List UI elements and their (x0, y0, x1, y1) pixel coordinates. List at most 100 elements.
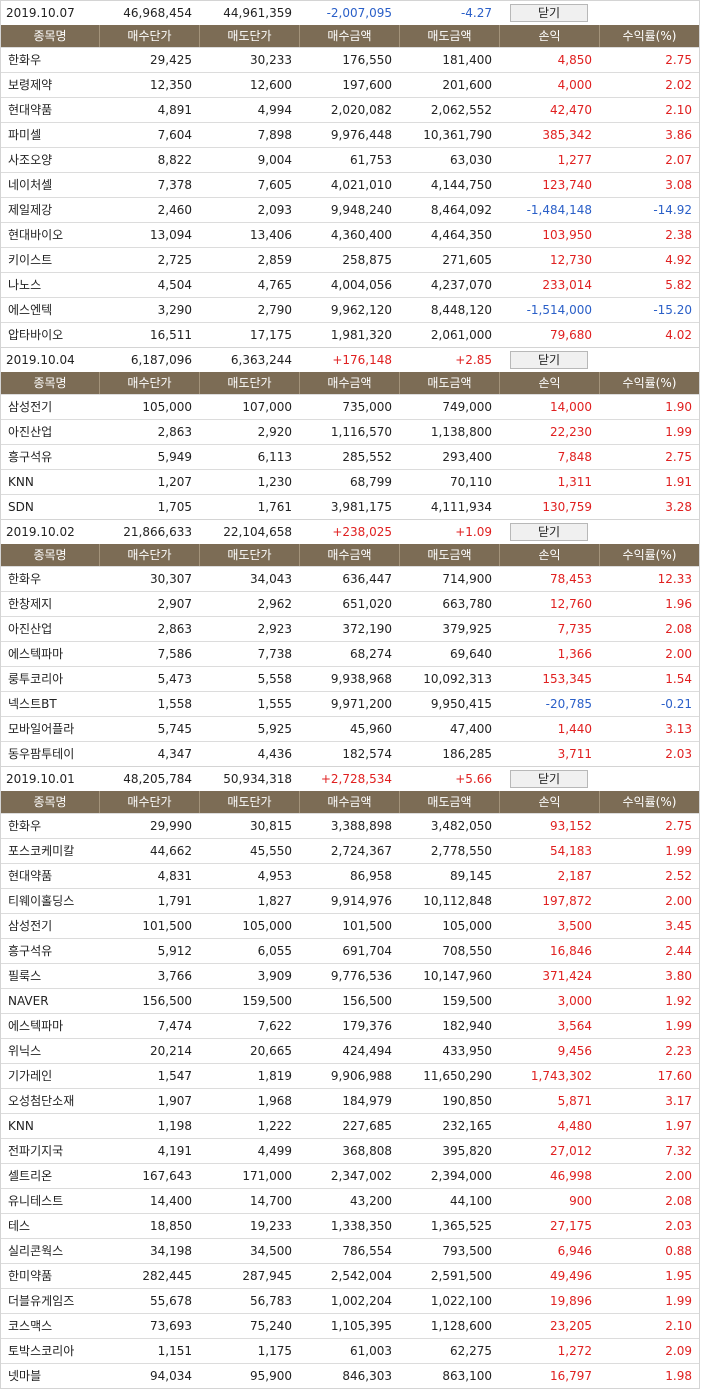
buy-price: 282,445 (142, 1269, 192, 1283)
trade-history-table: 2019.10.07 46,968,454 44,961,359 -2,007,095… (0, 0, 700, 1389)
table-row: 동우팜투테이 4,347 4,436 182,574 186,285 3,711 2.03 (1, 741, 699, 766)
profit: 3,500 (557, 919, 592, 933)
return-rate: 1.91 (665, 475, 692, 489)
sell-price: 34,500 (250, 1244, 292, 1258)
buy-price: 73,693 (150, 1319, 192, 1333)
stock-name: 한창제지 (8, 597, 53, 611)
return-rate: 7.32 (665, 1144, 692, 1158)
sell-amount: 395,820 (442, 1144, 492, 1158)
buy-amount: 184,979 (342, 1094, 392, 1108)
sell-amount: 4,144,750 (430, 178, 492, 192)
sell-price: 287,945 (242, 1269, 292, 1283)
sell-price: 30,815 (250, 819, 292, 833)
buy-price: 5,912 (157, 944, 192, 958)
profit: 3,000 (557, 994, 592, 1008)
buy-price: 8,822 (157, 153, 192, 167)
sell-price: 4,499 (257, 1144, 292, 1158)
return-rate: 5.82 (665, 278, 692, 292)
buy-price: 156,500 (142, 994, 192, 1008)
buy-price: 2,725 (157, 253, 192, 267)
return-rate: -14.92 (653, 203, 692, 217)
table-row: KNN 1,198 1,222 227,685 232,165 4,480 1.97 (1, 1113, 699, 1138)
table-row: 더블유게임즈 55,678 56,783 1,002,204 1,022,100 19,8… (1, 1288, 699, 1313)
return-rate: 3.28 (665, 500, 692, 514)
return-rate: 2.02 (665, 78, 692, 92)
sell-price: 107,000 (242, 400, 292, 414)
sell-price: 6,113 (257, 450, 292, 464)
buy-price: 4,831 (157, 869, 192, 883)
profit: 371,424 (542, 969, 592, 983)
close-button[interactable]: 닫기 (510, 523, 588, 541)
sell-price: 9,004 (257, 153, 292, 167)
summary-buy-total: 21,866,633 (123, 525, 192, 539)
stock-name: 더블유게임즈 (8, 1294, 75, 1308)
summary-buy-total: 6,187,096 (130, 353, 192, 367)
table-row: 에스엔텍 3,290 2,790 9,962,120 8,448,120 -1,514,0… (1, 297, 699, 322)
sell-amount: 190,850 (442, 1094, 492, 1108)
sell-price: 7,622 (257, 1019, 292, 1033)
sell-price: 19,233 (250, 1219, 292, 1233)
profit: 79,680 (550, 328, 592, 342)
stock-name: 위닉스 (8, 1044, 42, 1058)
return-rate: 2.38 (665, 228, 692, 242)
table-row: 티웨이홀딩스 1,791 1,827 9,914,976 10,112,848 197,8… (1, 888, 699, 913)
sell-amount: 89,145 (450, 869, 492, 883)
buy-amount: 197,600 (342, 78, 392, 92)
header-return: 수익률(%) (599, 372, 699, 394)
buy-amount: 9,971,200 (330, 697, 392, 711)
sell-amount: 1,128,600 (430, 1319, 492, 1333)
profit: 153,345 (542, 672, 592, 686)
buy-price: 14,400 (150, 1194, 192, 1208)
sell-price: 1,555 (257, 697, 292, 711)
header-sell-amount: 매도금액 (399, 25, 499, 47)
stock-name: 네이처셀 (8, 178, 53, 192)
table-row: KNN 1,207 1,230 68,799 70,110 1,311 1.91 (1, 469, 699, 494)
sell-amount: 2,591,500 (430, 1269, 492, 1283)
profit: 1,311 (557, 475, 592, 489)
buy-amount: 86,958 (350, 869, 392, 883)
table-row: 현대약품 4,831 4,953 86,958 89,145 2,187 2.52 (1, 863, 699, 888)
summary-buy-total: 48,205,784 (123, 772, 192, 786)
stock-name: 한화우 (8, 572, 42, 586)
table-row: 한화우 30,307 34,043 636,447 714,900 78,453 12.33 (1, 566, 699, 591)
close-button[interactable]: 닫기 (510, 351, 588, 369)
summary-sell-total: 44,961,359 (223, 6, 292, 20)
table-row: 현대약품 4,891 4,994 2,020,082 2,062,552 42,470 2.… (1, 97, 699, 122)
sell-price: 14,700 (250, 1194, 292, 1208)
summary-profit: +2,728,534 (320, 772, 392, 786)
profit: 7,848 (557, 450, 592, 464)
table-row: 테스 18,850 19,233 1,338,350 1,365,525 27,175 2.… (1, 1213, 699, 1238)
buy-price: 7,604 (157, 128, 192, 142)
close-button[interactable]: 닫기 (510, 4, 588, 22)
sell-amount: 8,464,092 (430, 203, 492, 217)
buy-price: 1,705 (157, 500, 192, 514)
return-rate: 3.08 (665, 178, 692, 192)
table-row: 아진산업 2,863 2,923 372,190 379,925 7,735 2.08 (1, 616, 699, 641)
buy-amount: 61,753 (350, 153, 392, 167)
close-button[interactable]: 닫기 (510, 770, 588, 788)
summary-date: 2019.10.01 (6, 772, 75, 786)
table-row: 에스텍파마 7,586 7,738 68,274 69,640 1,366 2.00 (1, 641, 699, 666)
profit: 233,014 (542, 278, 592, 292)
return-rate: 2.44 (665, 944, 692, 958)
buy-amount: 227,685 (342, 1119, 392, 1133)
buy-price: 2,863 (157, 425, 192, 439)
table-row: 삼성전기 105,000 107,000 735,000 749,000 14,000 1.… (1, 394, 699, 419)
return-rate: 17.60 (657, 1069, 692, 1083)
header-sell-amount: 매도금액 (399, 791, 499, 813)
return-rate: 1.90 (665, 400, 692, 414)
sell-price: 7,738 (257, 647, 292, 661)
buy-price: 2,460 (157, 203, 192, 217)
summary-date: 2019.10.04 (6, 353, 75, 367)
buy-price: 20,214 (150, 1044, 192, 1058)
buy-amount: 636,447 (342, 572, 392, 586)
table-row: 유니테스트 14,400 14,700 43,200 44,100 900 2.08 (1, 1188, 699, 1213)
sell-amount: 62,275 (450, 1344, 492, 1358)
buy-amount: 9,948,240 (330, 203, 392, 217)
profit: 54,183 (550, 844, 592, 858)
profit: 9,456 (557, 1044, 592, 1058)
buy-price: 13,094 (150, 228, 192, 242)
profit: 3,711 (557, 747, 592, 761)
stock-name: 기가레인 (8, 1069, 53, 1083)
stock-name: 오성첨단소재 (8, 1094, 75, 1108)
